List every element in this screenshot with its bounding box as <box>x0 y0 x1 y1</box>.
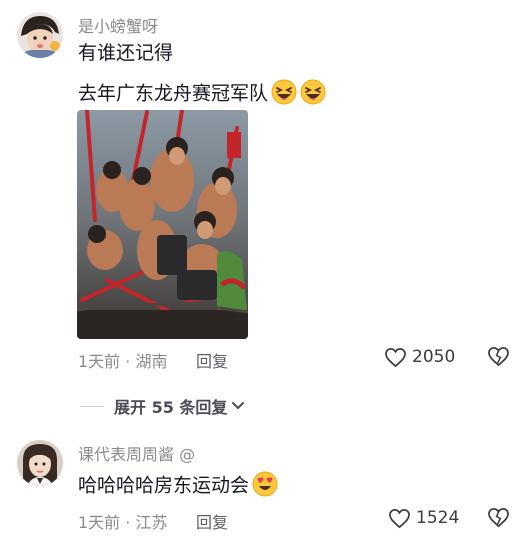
comment-text: 去年广东龙舟赛冠军队 <box>78 82 269 105</box>
child-avatar-icon <box>17 12 63 58</box>
comment-image[interactable] <box>77 110 248 339</box>
comment-username[interactable]: 是小螃蟹呀 <box>78 13 158 37</box>
dislike-button[interactable] <box>487 507 510 532</box>
avatar[interactable] <box>17 12 63 58</box>
like-count: 1524 <box>416 508 460 528</box>
comment-text-line: 哈哈哈哈房东运动会 <box>78 471 278 501</box>
girl-avatar-icon <box>17 440 63 486</box>
heart-outline-icon <box>389 508 410 528</box>
expand-divider <box>80 405 104 407</box>
avatar[interactable] <box>17 440 63 486</box>
broken-heart-icon <box>488 347 509 367</box>
like-button[interactable]: 1524 <box>388 505 468 531</box>
comment-time-location: 1天前 · 江苏 <box>78 513 168 532</box>
reply-button[interactable]: 回复 <box>196 348 228 372</box>
reply-button[interactable]: 回复 <box>196 509 228 533</box>
like-count: 2050 <box>412 347 456 367</box>
heart-outline-icon <box>385 347 406 367</box>
chevron-down-icon <box>232 402 245 410</box>
grin-squint-emoji-icon <box>271 79 297 109</box>
comment-time-location: 1天前 · 湖南 <box>78 352 168 371</box>
broken-heart-icon <box>488 508 509 528</box>
expand-replies-label: 展开 55 条回复 <box>114 398 228 417</box>
comment-text-line: 去年广东龙舟赛冠军队 <box>78 79 326 109</box>
expand-replies-button[interactable]: 展开 55 条回复 <box>80 394 245 418</box>
comment-text: 哈哈哈哈房东运动会 <box>78 474 250 497</box>
dislike-button[interactable] <box>487 346 510 371</box>
like-button[interactable]: 2050 <box>384 344 464 370</box>
dragon-boat-photo-icon <box>77 110 248 339</box>
heart-eyes-emoji-icon <box>252 471 278 501</box>
comment-text-line: 有谁还记得 <box>78 42 174 64</box>
comment-username[interactable]: 课代表周周酱 @ <box>78 441 195 465</box>
grin-squint-emoji-icon <box>300 79 326 109</box>
